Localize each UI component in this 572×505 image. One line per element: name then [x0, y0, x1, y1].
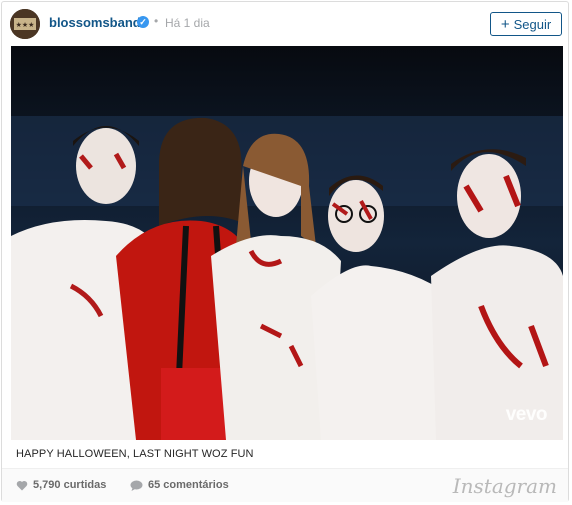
- verified-badge-icon: ✓: [137, 16, 149, 28]
- likes-count[interactable]: 5,790 curtidas: [16, 479, 106, 491]
- post-photo[interactable]: vevo: [11, 46, 563, 440]
- photo-illustration: [11, 46, 563, 440]
- svg-text:★★★: ★★★: [16, 21, 35, 29]
- comments-count[interactable]: 65 comentários: [130, 479, 229, 491]
- instagram-embed-card: ★★★ blossomsband ✓ • Há 1 dia + Seguir v…: [1, 1, 569, 502]
- instagram-logo[interactable]: Instagram: [453, 474, 557, 498]
- follow-label: Seguir: [513, 16, 552, 32]
- post-time[interactable]: Há 1 dia: [165, 16, 210, 30]
- follow-button[interactable]: + Seguir: [490, 12, 562, 36]
- post-caption: HAPPY HALLOWEEN, LAST NIGHT WOZ FUN: [16, 448, 254, 460]
- comments-label: 65 comentários: [148, 479, 229, 491]
- vevo-watermark: vevo: [505, 404, 548, 425]
- plus-icon: +: [500, 15, 510, 33]
- post-footer: 5,790 curtidas 65 comentários Instagram: [2, 468, 568, 502]
- separator-dot: •: [154, 14, 159, 28]
- likes-label: 5,790 curtidas: [33, 479, 107, 491]
- heart-icon: [16, 480, 28, 490]
- username[interactable]: blossomsband: [49, 15, 141, 30]
- comment-bubble-icon: [130, 480, 143, 491]
- post-header: ★★★ blossomsband ✓ • Há 1 dia + Seguir: [2, 2, 568, 46]
- avatar[interactable]: ★★★: [10, 9, 40, 39]
